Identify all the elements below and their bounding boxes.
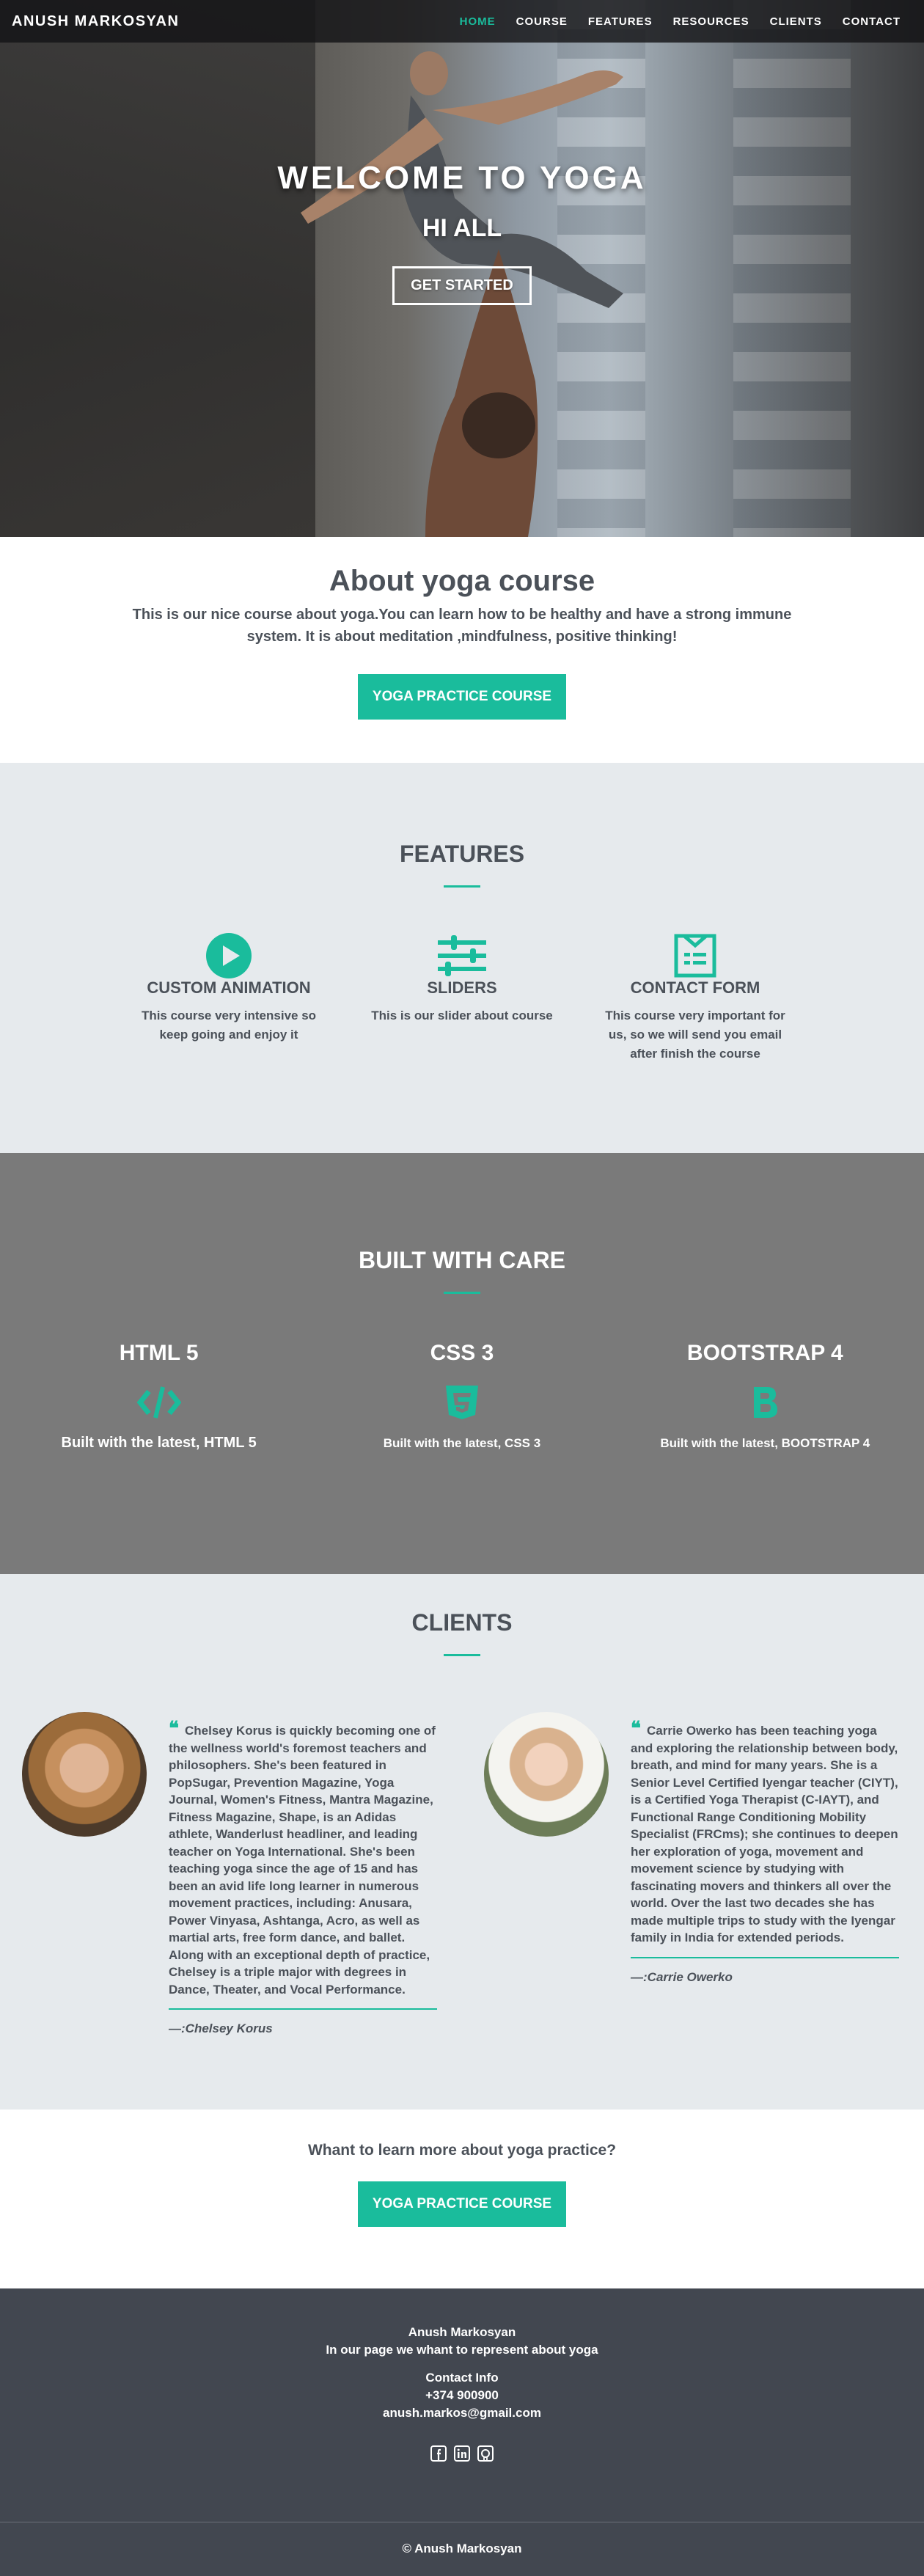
clients-row: ❝ Chelsey Korus is quickly becoming one o… bbox=[0, 1712, 924, 2036]
yoga-practice-course-button[interactable]: YOGA PRACTICE COURSE bbox=[357, 674, 567, 720]
nav-link-course[interactable]: COURSE bbox=[506, 15, 578, 28]
bootstrap-icon bbox=[618, 1380, 912, 1424]
hero-title: WELCOME TO YOGA bbox=[277, 160, 647, 196]
cta-text: Whant to learn more about yoga practice? bbox=[307, 2142, 617, 2159]
quote-author: —:Chelsey Korus bbox=[169, 2021, 273, 2035]
clients-title: CLIENTS bbox=[411, 1609, 513, 1636]
features-row: CUSTOM ANIMATION This course very intens… bbox=[0, 933, 924, 1064]
feature-text: This course very intensive so keep going… bbox=[141, 1009, 317, 1042]
built-item-text: Built with the latest, CSS 3 bbox=[383, 1436, 541, 1450]
nav-link-resources[interactable]: RESOURCES bbox=[663, 15, 760, 28]
social-links bbox=[0, 2445, 924, 2462]
quote-text: Chelsey Korus is quickly becoming one of… bbox=[169, 1724, 436, 1997]
section-divider bbox=[444, 1654, 480, 1656]
navbar: ANUSH MARKOSYAN HOME COURSE FEATURES RES… bbox=[0, 0, 924, 43]
about-title: About yoga course bbox=[329, 565, 595, 597]
copyright-text: © Anush Markosyan bbox=[402, 2542, 522, 2555]
feature-item: SLIDERS This is our slider about course bbox=[345, 933, 579, 1064]
about-text: This is our nice course about yoga.You c… bbox=[132, 607, 792, 645]
quote-text: Carrie Owerko has been teaching yoga and… bbox=[631, 1724, 898, 1944]
avatar bbox=[484, 1712, 609, 1837]
section-divider bbox=[444, 885, 480, 888]
play-icon bbox=[131, 933, 326, 978]
hero-subtitle: HI ALL bbox=[422, 214, 502, 242]
yoga-practice-course-button[interactable]: YOGA PRACTICE COURSE bbox=[357, 2181, 567, 2227]
feature-title: CUSTOM ANIMATION bbox=[147, 978, 311, 997]
feature-item: CONTACT FORM This course very important … bbox=[579, 933, 812, 1064]
nav-link-home[interactable]: HOME bbox=[450, 15, 506, 28]
built-item-title: HTML 5 bbox=[119, 1341, 199, 1365]
footer-name: Anush Markosyan bbox=[408, 2325, 516, 2339]
client-testimonial: ❝ Carrie Owerko has been teaching yoga an… bbox=[462, 1712, 924, 2036]
avatar bbox=[22, 1712, 147, 1837]
feature-text: This is our slider about course bbox=[371, 1009, 553, 1022]
quote-icon: ❝ bbox=[169, 1718, 179, 1740]
code-icon bbox=[12, 1380, 306, 1424]
linkedin-icon[interactable] bbox=[454, 2445, 470, 2462]
quote-divider bbox=[169, 2008, 437, 2010]
hero-section: WELCOME TO YOGA HI ALL GET STARTED bbox=[0, 0, 924, 537]
built-item: HTML 5 Built with the latest, HTML 5 bbox=[12, 1341, 306, 1452]
hero-content: WELCOME TO YOGA HI ALL GET STARTED bbox=[0, 160, 924, 305]
built-item-title: CSS 3 bbox=[430, 1341, 494, 1365]
built-item-text: Built with the latest, BOOTSTRAP 4 bbox=[660, 1436, 870, 1450]
built-title: BUILT WITH CARE bbox=[358, 1247, 566, 1273]
feature-title: CONTACT FORM bbox=[630, 978, 760, 997]
clients-header: CLIENTS bbox=[0, 1609, 924, 1656]
quote-author: —:Carrie Owerko bbox=[631, 1969, 733, 1984]
built-item-text: Built with the latest, HTML 5 bbox=[61, 1435, 257, 1451]
footer-tagline: In our page we whant to represent about … bbox=[326, 2343, 598, 2357]
client-quote: ❝ Carrie Owerko has been teaching yoga an… bbox=[631, 1718, 899, 2036]
feature-title: SLIDERS bbox=[427, 978, 497, 997]
nav-link-contact[interactable]: CONTACT bbox=[832, 15, 911, 28]
nav-menu: HOME COURSE FEATURES RESOURCES CLIENTS C… bbox=[450, 15, 911, 28]
contact-phone: +374 900900 bbox=[425, 2388, 499, 2402]
get-started-button[interactable]: GET STARTED bbox=[392, 266, 532, 305]
cta-section: Whant to learn more about yoga practice?… bbox=[0, 2110, 924, 2288]
sliders-icon bbox=[364, 933, 560, 978]
contact-info: Contact Info +374 900900 anush.markos@gm… bbox=[0, 2369, 924, 2422]
client-quote: ❝ Chelsey Korus is quickly becoming one o… bbox=[169, 1718, 437, 2036]
built-item: CSS 3 Built with the latest, CSS 3 bbox=[315, 1341, 609, 1452]
footer: Anush Markosyan In our page we whant to … bbox=[0, 2288, 924, 2522]
quote-icon: ❝ bbox=[631, 1718, 641, 1740]
section-divider bbox=[444, 1292, 480, 1294]
contact-email[interactable]: anush.markos@gmail.com bbox=[0, 2404, 924, 2422]
css3-icon bbox=[315, 1380, 609, 1424]
nav-link-clients[interactable]: CLIENTS bbox=[760, 15, 832, 28]
built-item-title: BOOTSTRAP 4 bbox=[686, 1341, 843, 1365]
contact-title: Contact Info bbox=[425, 2371, 499, 2385]
features-section: FEATURES CUSTOM ANIMATION This course ve… bbox=[0, 763, 924, 1153]
built-item: BOOTSTRAP 4 Built with the latest, BOOTS… bbox=[618, 1341, 912, 1452]
brand-logo[interactable]: ANUSH MARKOSYAN bbox=[12, 13, 179, 30]
clients-section: CLIENTS ❝ Chelsey Korus is quickly becomi… bbox=[0, 1574, 924, 2110]
features-title: FEATURES bbox=[399, 841, 525, 867]
facebook-icon[interactable] bbox=[430, 2445, 447, 2462]
copyright-bar: © Anush Markosyan bbox=[0, 2522, 924, 2576]
feature-text: This course very important for us, so we… bbox=[605, 1009, 785, 1061]
github-icon[interactable] bbox=[477, 2445, 494, 2462]
nav-link-features[interactable]: FEATURES bbox=[578, 15, 663, 28]
form-icon bbox=[598, 933, 793, 978]
feature-item: CUSTOM ANIMATION This course very intens… bbox=[112, 933, 345, 1064]
client-testimonial: ❝ Chelsey Korus is quickly becoming one o… bbox=[0, 1712, 462, 2036]
quote-divider bbox=[631, 1956, 899, 1958]
built-row: HTML 5 Built with the latest, HTML 5 CSS… bbox=[0, 1341, 924, 1452]
built-section: BUILT WITH CARE HTML 5 Built with the la… bbox=[0, 1153, 924, 1574]
about-section: About yoga course This is our nice cours… bbox=[0, 537, 924, 763]
